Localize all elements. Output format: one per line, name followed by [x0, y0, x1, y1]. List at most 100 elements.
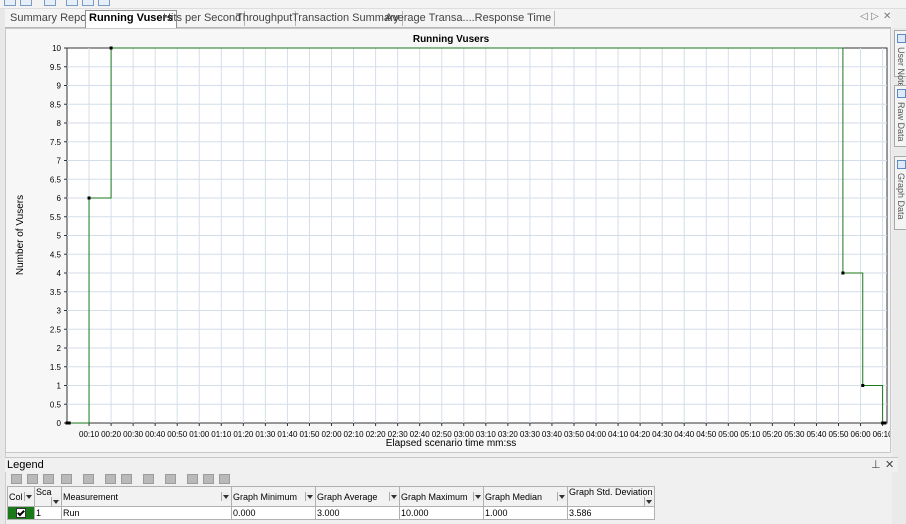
x-tick-label: 04:00 — [586, 430, 607, 439]
y-tick-label: 1.5 — [50, 363, 62, 372]
tab-prev-icon[interactable]: ◁ — [860, 11, 868, 22]
properties-icon[interactable] — [219, 474, 230, 484]
tab-average-transaction-response-time[interactable]: Average Transa....Response Time — [382, 11, 556, 26]
x-tick-label: 00:20 — [101, 430, 122, 439]
x-tick-label: 01:10 — [211, 430, 232, 439]
scale-icon[interactable] — [143, 474, 154, 484]
x-tick-label: 05:10 — [740, 430, 761, 439]
x-tick-label: 01:30 — [255, 430, 276, 439]
export-legend-icon[interactable] — [187, 474, 198, 484]
pin-icon[interactable]: ⊥ — [871, 458, 881, 471]
y-tick-label: 6 — [57, 194, 62, 203]
configure-icon[interactable] — [11, 474, 22, 484]
data-point — [883, 421, 887, 425]
x-tick-label: 05:30 — [784, 430, 805, 439]
x-tick-label: 02:10 — [344, 430, 365, 439]
data-point — [67, 421, 71, 425]
link-icon[interactable] — [61, 474, 72, 484]
x-tick-label: 03:30 — [520, 430, 541, 439]
x-tick-label: 04:20 — [630, 430, 651, 439]
x-tick-label: 03:50 — [564, 430, 585, 439]
x-tick-label: 01:50 — [299, 430, 320, 439]
col-header-col[interactable]: Col — [7, 486, 35, 507]
tab-next-icon[interactable]: ▷ — [871, 11, 879, 22]
y-tick-label: 7.5 — [50, 138, 62, 147]
notes-icon — [897, 34, 906, 43]
template-icon[interactable] — [82, 0, 94, 6]
copy-icon[interactable] — [203, 474, 214, 484]
data-point — [861, 384, 865, 387]
chart-panel: Running Vusers 0 0.5 1 1.5 2 2.5 3 3.5 4 4.5 5 5.5 6… — [5, 28, 893, 453]
filter-icon[interactable] — [83, 474, 94, 484]
y-tick-label: 5 — [57, 232, 62, 241]
x-tick-label: 06:00 — [851, 430, 872, 439]
tab-summary-report[interactable]: Summary Report — [7, 11, 98, 26]
x-tick-label: 05:50 — [828, 430, 849, 439]
col-header-graph-maximum[interactable]: Graph Maximum — [399, 486, 484, 507]
y-tick-label: 5.5 — [50, 213, 62, 222]
x-tick-label: 04:50 — [696, 430, 717, 439]
x-tick-label: 04:40 — [674, 430, 695, 439]
side-tab-graph-data[interactable]: Graph Data — [894, 156, 906, 230]
x-tick-label: 04:30 — [652, 430, 673, 439]
back-icon[interactable] — [4, 0, 16, 6]
hide-icon[interactable] — [43, 474, 54, 484]
legend-close-icon[interactable]: ✕ — [885, 458, 894, 471]
y-tick-label: 3 — [57, 307, 62, 316]
col-header-graph-median[interactable]: Graph Median — [483, 486, 568, 507]
graph-maximum-cell: 10.000 — [399, 506, 484, 520]
legend-title: Legend — [7, 459, 44, 471]
x-tick-label: 05:20 — [762, 430, 783, 439]
series-color-cell[interactable] — [7, 506, 35, 520]
y-tick-label: 8.5 — [50, 100, 62, 109]
x-axis-label: Elapsed scenario time mm:ss — [386, 438, 517, 449]
export-icon[interactable] — [66, 0, 78, 6]
sort-icon[interactable] — [105, 474, 116, 484]
col-header-scale[interactable]: Sca — [34, 486, 62, 507]
graph-data-icon — [897, 160, 906, 169]
y-tick-label: 6.5 — [50, 175, 62, 184]
x-tick-label: 02:00 — [322, 430, 343, 439]
y-tick-label: 0 — [57, 419, 62, 428]
grid — [67, 48, 887, 423]
chart-icon[interactable] — [98, 0, 110, 6]
y-tick-label: 3.5 — [50, 288, 62, 297]
y-tick-label: 7 — [57, 157, 62, 166]
col-header-graph-average[interactable]: Graph Average — [315, 486, 400, 507]
x-tick-label: 05:40 — [806, 430, 827, 439]
tab-close-icon[interactable]: ✕ — [883, 11, 891, 22]
y-tick-label: 9 — [57, 82, 62, 91]
graph-tab-bar: Summary Report Running Vusers Hits per S… — [5, 9, 891, 28]
x-tick-label: 01:40 — [277, 430, 298, 439]
x-tick-label: 00:30 — [123, 430, 144, 439]
side-tab-user-notes[interactable]: User Notes — [894, 30, 906, 92]
print-icon[interactable] — [44, 0, 56, 6]
x-tick-label: 03:40 — [542, 430, 563, 439]
forward-icon[interactable] — [20, 0, 32, 6]
side-tab-raw-data[interactable]: Raw Data — [894, 85, 906, 147]
legend-header-row: Col Sca Measurement Graph Minimum Graph … — [7, 486, 655, 507]
graph-minimum-cell: 0.000 — [231, 506, 316, 520]
col-header-graph-std-deviation[interactable]: Graph Std. Deviation — [567, 486, 655, 507]
x-tick-label: 04:10 — [608, 430, 629, 439]
tab-throughput[interactable]: Throughput — [233, 11, 297, 26]
y-tick-label: 8 — [57, 119, 62, 128]
legend-header: Legend ⊥ ✕ — [5, 457, 898, 472]
col-header-graph-minimum[interactable]: Graph Minimum — [231, 486, 316, 507]
col-header-measurement[interactable]: Measurement — [61, 486, 232, 507]
x-tick-label: 06:10 — [873, 430, 890, 439]
x-tick-label: 01:20 — [233, 430, 254, 439]
columns-icon[interactable] — [165, 474, 176, 484]
legend-row[interactable]: 1 Run 0.000 3.000 10.000 1.000 3.586 — [7, 506, 655, 520]
x-tick-label: 05:00 — [718, 430, 739, 439]
show-all-icon[interactable] — [27, 474, 38, 484]
legend-table: Col Sca Measurement Graph Minimum Graph … — [7, 486, 655, 520]
running-vusers-chart: Running Vusers 0 0.5 1 1.5 2 2.5 3 3.5 4 4.5 5 5.5 6… — [15, 34, 893, 449]
group-icon[interactable] — [121, 474, 132, 484]
x-tick-label: 00:40 — [145, 430, 166, 439]
y-tick-label: 10 — [52, 44, 61, 53]
y-tick-label: 4 — [57, 269, 62, 278]
legend-toolbar — [5, 472, 891, 486]
visible-checkbox[interactable] — [16, 508, 26, 518]
y-tick-label: 1 — [57, 382, 62, 391]
